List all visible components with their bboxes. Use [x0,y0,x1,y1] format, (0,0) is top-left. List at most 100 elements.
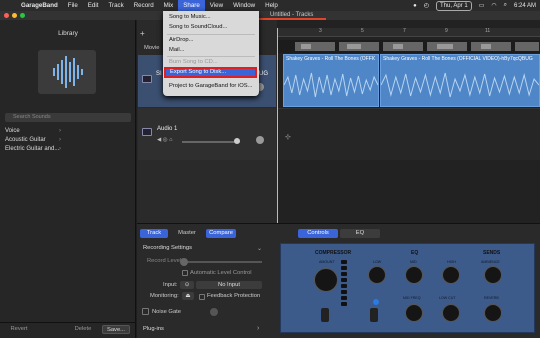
volume-slider[interactable] [182,141,240,143]
ruler-mark: 9 [445,28,448,34]
chevron-right-icon: › [59,146,61,152]
record-level-label: Record Level: [147,258,183,264]
reverb-knob[interactable] [484,304,502,322]
menu-window[interactable]: Window [228,0,260,11]
track-1-suffix: UG [259,71,268,77]
tab-eq[interactable]: EQ [340,229,380,238]
menu-file[interactable]: File [63,0,83,11]
zoom-button[interactable] [20,13,25,18]
eq-power-icon[interactable] [373,299,379,305]
search-input[interactable]: Search Sounds [5,113,131,122]
mid-freq-label: MID FREQ [403,296,421,300]
volume-handle[interactable] [234,138,240,144]
plugins-label: Plug-ins [143,326,164,332]
menu-help[interactable]: Help [260,0,283,11]
time-display[interactable]: 6:24 AM [514,3,536,9]
noise-gate-checkbox[interactable] [142,308,149,315]
pan-knob[interactable] [256,136,264,144]
monitoring-label: Monitoring: [150,293,179,299]
menu-item-song-to-music[interactable]: Song to Music... [169,14,211,20]
track-icon [142,128,152,136]
menu-share[interactable]: Share [178,0,205,11]
level-meter [341,260,347,316]
input-select[interactable]: No Input [196,281,262,289]
amount-knob[interactable] [314,268,338,292]
playhead[interactable] [277,28,278,223]
tab-controls[interactable]: Controls [298,229,338,238]
close-button[interactable] [4,13,9,18]
library-item-voice[interactable]: Voice › [5,127,131,136]
mid-freq-knob[interactable] [405,304,423,322]
eq-mid-knob[interactable] [405,266,423,284]
record-icon[interactable]: ● [413,3,417,9]
menu-app[interactable]: GarageBand [16,0,63,11]
compressor-switch[interactable] [321,308,329,322]
record-level-slider[interactable] [182,261,262,263]
menu-item-mail[interactable]: Mail... [169,47,184,53]
menu-view[interactable]: View [205,0,228,11]
chevron-right-icon: › [59,128,61,134]
track-2-name: Audio 1 [157,126,178,132]
low-label: LOW [373,260,382,264]
menu-item-project-to-ios[interactable]: Project to GarageBand for iOS... [169,83,252,89]
mute-solo-icons[interactable]: ◀ ◎ ⌂ [157,137,172,143]
record-level-handle[interactable] [180,258,188,266]
input-label: Input: [163,282,178,288]
library-item-acoustic-guitar[interactable]: Acoustic Guitar › [5,136,131,145]
minimize-button[interactable] [12,13,17,18]
menu-track[interactable]: Track [103,0,128,11]
timeline-ruler[interactable]: 3 5 7 9 11 [277,28,540,37]
region-2-label: Shakey Graves - Roll The Bones (OFFICIAL… [383,56,534,62]
share-menu: Song to Music... Song to SoundCloud... A… [163,11,259,96]
menu-edit[interactable]: Edit [83,0,104,11]
track-header-2[interactable]: Audio 1 ◀ ◎ ⌂ [138,108,276,160]
noise-gate-knob[interactable] [210,308,218,316]
noise-gate-label: Noise Gate [152,309,181,315]
eq-high-knob[interactable] [442,266,460,284]
feedback-checkbox[interactable] [199,294,205,300]
menu-item-song-to-soundcloud[interactable]: Song to SoundCloud... [169,24,227,30]
tab-master[interactable]: Master [173,229,201,238]
battery-icon[interactable]: ▭ [479,2,485,9]
eq-switch[interactable] [370,308,378,322]
input-link-icon[interactable]: ⊙ [180,281,194,289]
search-icon[interactable]: ⌕ [504,2,507,9]
mid-label: MID [410,260,417,264]
tab-track[interactable]: Track [140,229,168,238]
menu-separator [167,34,255,35]
track-lane-2[interactable] [277,108,540,160]
revert-button[interactable]: Revert [6,325,32,334]
menu-item-airdrop[interactable]: AirDrop... [169,37,193,43]
add-track-button[interactable]: + [140,30,150,38]
high-label: HIGH [447,260,456,264]
monitoring-icon[interactable]: ⏏ [182,292,194,300]
menu-mix[interactable]: Mix [159,0,179,11]
waveform [381,72,539,98]
chevron-right-icon[interactable]: › [257,325,259,332]
movie-thumbnails [277,40,540,53]
library-item-electric-guitar[interactable]: Electric Guitar and... › [5,145,131,154]
wifi-icon[interactable]: ◠ [491,2,496,9]
ambience-knob[interactable] [484,266,502,284]
menu-item-export-song[interactable]: Export Song to Disk... [164,67,257,78]
track-icon [142,75,152,83]
chevron-down-icon[interactable]: ⌄ [257,245,262,252]
audio-region-2[interactable]: Shakey Graves - Roll The Bones (OFFICIAL… [380,54,540,107]
save-button[interactable]: Save... [102,325,130,334]
amount-label: AMOUNT [319,260,335,264]
ruler-mark: 7 [403,28,406,34]
menu-item-burn-cd: Burn Song to CD... [169,59,218,65]
tab-compare[interactable]: Compare [206,229,236,238]
ruler-mark: 3 [319,28,322,34]
date-display[interactable]: Thu, Apr 1 [436,0,472,11]
audio-region-1[interactable]: Shakey Graves - Roll The Bones (OFFICIAL [283,54,379,107]
menu-record[interactable]: Record [129,0,159,11]
recording-settings-title: Recording Settings [143,245,192,251]
chevron-right-icon: › [59,137,61,143]
clock-icon[interactable]: ◴ [424,2,429,9]
eq-low-knob[interactable] [368,266,386,284]
track-1-name: SI [156,71,162,77]
low-cut-knob[interactable] [442,304,460,322]
auto-level-checkbox[interactable] [182,270,188,276]
delete-button[interactable]: Delete [70,325,96,334]
